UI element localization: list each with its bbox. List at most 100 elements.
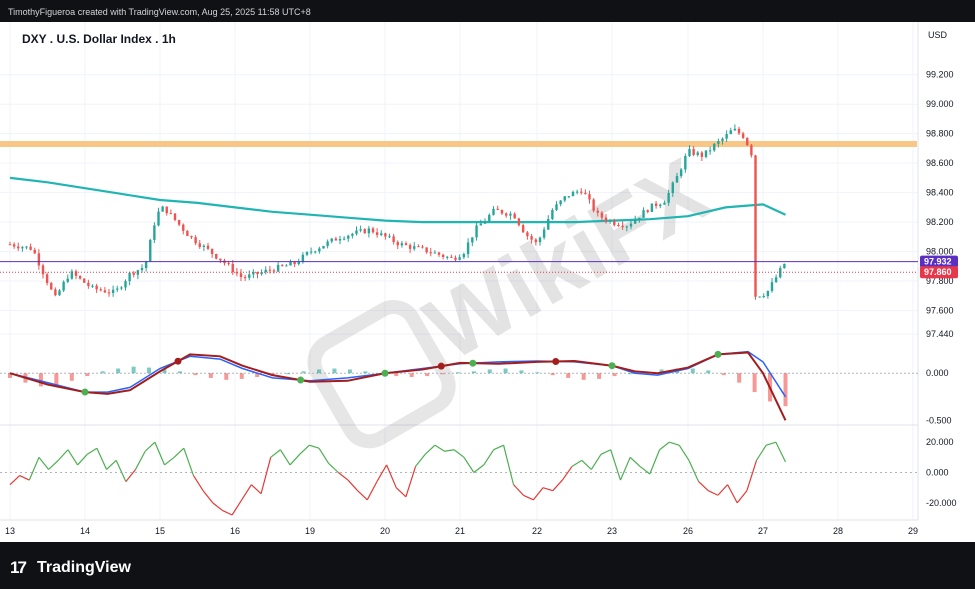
crossover-dot [552,357,560,365]
candle-body [542,229,546,238]
candle-body [584,192,587,195]
candle-body [754,155,757,297]
candle-body [227,263,230,265]
candle-body [729,130,732,135]
candle-body [492,208,495,215]
macd-histogram-bar [550,373,555,376]
candle-body [441,254,445,258]
candle-body [679,169,683,177]
candle-body [202,245,206,247]
time-tick-label: 26 [683,526,693,536]
candle-body [538,237,542,243]
candle-body [289,261,292,266]
crossover-dot [81,388,89,396]
macd-histogram-bar [440,373,445,375]
macd-histogram-bar [131,366,136,374]
macd-histogram-bar [737,373,742,383]
candle-body [758,296,761,298]
candle-body [347,235,350,239]
candle-body [392,236,395,243]
candle-body [33,249,36,254]
candle-body [285,265,288,267]
candle-body [633,219,637,224]
candle-body [206,245,210,249]
candle-body [140,268,144,271]
macd-histogram-bar [286,373,291,375]
candle-body [417,246,420,248]
candle-body [132,272,135,275]
candle-body [588,194,591,200]
candle-body [766,290,770,297]
candle-body [571,191,575,197]
candle-body [314,251,317,253]
candle-body [509,213,512,216]
price-tick-label: 98.600 [926,158,954,168]
candle-body [120,287,123,289]
macd-histogram-bar [301,371,306,374]
macd-histogram-bar [347,369,352,374]
candle-body [91,285,94,287]
candle-body [521,225,525,233]
macd-histogram-bar [224,373,229,380]
currency-label: USD [928,30,948,40]
candle-body [762,296,765,298]
candle-body [479,223,482,226]
candle-body [650,203,654,212]
candle-body [713,143,716,151]
price-tick-label: 98.200 [926,217,954,227]
candle-body [190,236,193,238]
candle-body [58,290,61,296]
candle-body [25,246,28,248]
candle-body [592,199,595,211]
macd-histogram-bar [100,371,105,374]
candle-body [116,288,119,290]
macd-histogram-bar [193,373,198,376]
resistance-zone[interactable] [0,141,917,147]
price-tick-label: 97.600 [926,306,954,316]
candle-body [78,275,82,279]
candle-body [458,257,461,260]
candle-body [737,128,741,134]
macd-histogram-bar [597,373,602,379]
tradingview-logo[interactable]: 17 TradingView [10,558,132,577]
candle-body [153,225,156,240]
macd-histogram-bar [363,371,368,374]
candle-body [45,274,49,284]
candle-body [604,217,608,222]
last-price-value: 97.932 [924,257,952,267]
macd-histogram-bar [409,373,414,377]
candle-body [210,248,214,254]
candle-body [675,176,679,183]
crossover-dot [174,357,182,365]
candle-body [99,289,102,291]
crossover-dot [437,362,445,370]
candle-body [708,150,712,152]
candle-body [462,254,466,258]
candle-body [454,257,457,260]
candle-body [359,229,362,231]
candle-body [338,239,342,241]
candle-body [124,281,127,288]
candle-body [526,232,529,237]
macd-histogram-bar [783,373,788,407]
price-tick-label: 99.000 [926,99,954,109]
candle-body [219,258,222,261]
macd-histogram-bar [456,372,461,374]
macd-histogram-bar [581,373,586,380]
candle-body [429,252,432,254]
candle-body [318,248,321,252]
candle-body [29,246,32,250]
time-tick-label: 22 [532,526,542,536]
candle-body [580,191,583,193]
candle-body [334,238,338,241]
candle-body [322,245,325,249]
candle-body [198,243,201,247]
candle-body [505,213,508,216]
candle-body [281,264,284,266]
macd-histogram-bar [503,368,508,374]
macd-histogram-bar [177,371,182,374]
candle-body [663,202,666,205]
chart-title: DXY . U.S. Dollar Index . 1h [22,32,176,46]
candle-body [567,196,571,198]
candle-body [95,285,98,290]
